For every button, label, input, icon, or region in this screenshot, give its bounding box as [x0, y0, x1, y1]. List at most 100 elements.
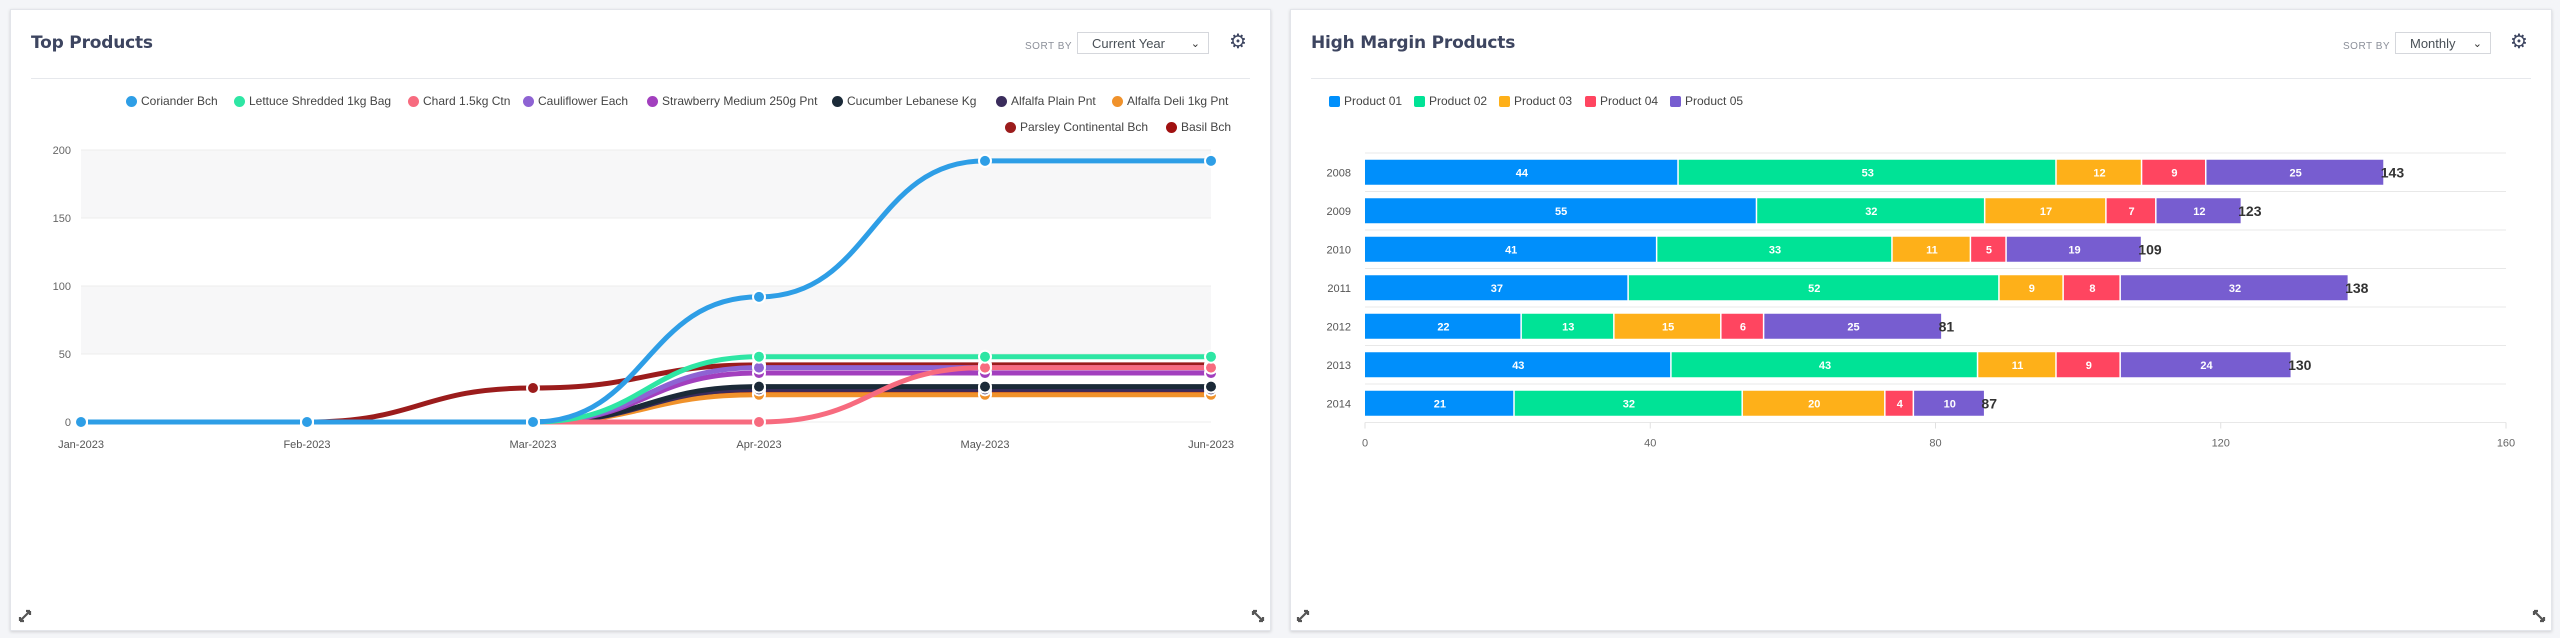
legend-item[interactable]: Coriander Bch: [126, 94, 218, 108]
bar-chart: 0 40 80 120 160 2008 44 53 12 9 25 143 2009 55 32 17 7 12…: [1327, 152, 2515, 450]
y-tick-label: 200: [53, 145, 71, 157]
bar-total-label: 143: [2381, 164, 2405, 180]
bar-value-label: 20: [1808, 398, 1820, 410]
grid-band: [81, 286, 1211, 354]
data-point[interactable]: [978, 153, 992, 168]
y-category-label: 2008: [1327, 167, 1351, 179]
x-tick-label: Feb-2023: [283, 439, 330, 451]
bar-value-label: 21: [1434, 398, 1446, 410]
data-point[interactable]: [752, 415, 766, 429]
bar-value-label: 12: [2193, 206, 2205, 218]
bar-total-label: 130: [2288, 357, 2312, 373]
expand-icon[interactable]: [17, 608, 33, 624]
bar-value-label: 24: [2200, 360, 2213, 372]
legend-item[interactable]: Product 01: [1329, 94, 1402, 108]
legend-label: Product 04: [1600, 94, 1659, 108]
data-point[interactable]: [978, 379, 992, 394]
expand-icon[interactable]: [1295, 608, 1311, 624]
legend-label: Alfalfa Deli 1kg Pnt: [1127, 94, 1229, 108]
bar-value-label: 52: [1808, 283, 1820, 295]
x-tick-label: 160: [2497, 438, 2515, 450]
data-point[interactable]: [978, 349, 992, 364]
legend-label: Cauliflower Each: [538, 94, 629, 108]
data-point[interactable]: [752, 289, 766, 304]
legend-item[interactable]: Alfalfa Plain Pnt: [996, 94, 1096, 108]
y-category-label: 2010: [1327, 244, 1351, 256]
bar-value-label: 5: [1986, 244, 1992, 256]
bar-total-label: 81: [1939, 318, 1955, 334]
y-category-label: 2011: [1327, 283, 1351, 295]
legend-label: Strawberry Medium 250g Pnt: [662, 94, 818, 108]
legend-marker: [1414, 95, 1425, 107]
legend-marker: [832, 95, 843, 107]
bar-total-label: 87: [1981, 395, 1997, 411]
bar-value-label: 32: [2229, 283, 2241, 295]
legend-marker: [126, 95, 137, 107]
legend-item[interactable]: Alfalfa Deli 1kg Pnt: [1112, 94, 1228, 108]
legend-label: Alfalfa Plain Pnt: [1011, 94, 1096, 108]
bar-value-label: 9: [2029, 283, 2035, 295]
legend-marker: [1585, 95, 1596, 107]
legend-item[interactable]: Cauliflower Each: [523, 94, 628, 108]
legend-label: Cucumber Lebanese Kg: [847, 94, 977, 108]
bar-value-label: 43: [1819, 360, 1831, 372]
x-tick-label: 40: [1644, 438, 1656, 450]
legend-label: Product 03: [1514, 94, 1573, 108]
bar-value-label: 11: [1926, 244, 1938, 256]
legend-item[interactable]: Lettuce Shredded 1kg Bag: [234, 94, 391, 108]
legend-item[interactable]: Product 03: [1499, 94, 1572, 108]
data-point[interactable]: [752, 349, 766, 364]
x-tick-label: Jun-2023: [1188, 439, 1234, 451]
bar-value-label: 9: [2171, 167, 2177, 179]
legend-label: Coriander Bch: [141, 94, 218, 108]
legend-item[interactable]: Strawberry Medium 250g Pnt: [647, 94, 817, 108]
bar-value-label: 11: [2012, 360, 2024, 372]
line-chart-legend: Coriander Bch Lettuce Shredded 1kg Bag Cha…: [11, 10, 1270, 150]
legend-item[interactable]: Product 02: [1414, 94, 1487, 108]
resize-icon[interactable]: [1250, 608, 1266, 624]
legend-item[interactable]: Cucumber Lebanese Kg: [832, 94, 976, 108]
bar-value-label: 10: [1944, 398, 1956, 410]
bar-total-label: 109: [2138, 241, 2162, 257]
legend-marker: [1670, 95, 1681, 107]
y-category-label: 2012: [1327, 321, 1351, 333]
high-margin-products-panel: High Margin Products SORT BY Monthly ⌄ ⚙…: [1290, 9, 2552, 631]
legend-item[interactable]: Chard 1.5kg Ctn: [408, 94, 510, 108]
bar-value-label: 37: [1491, 283, 1503, 295]
data-point[interactable]: [300, 415, 314, 429]
data-point[interactable]: [1204, 153, 1218, 168]
data-point[interactable]: [526, 415, 540, 429]
x-tick-label: 80: [1929, 438, 1941, 450]
legend-marker: [523, 95, 534, 107]
y-tick-label: 100: [53, 281, 71, 293]
legend-item[interactable]: Product 04: [1585, 94, 1658, 108]
legend-marker: [1329, 95, 1340, 107]
bar-total-label: 138: [2345, 280, 2369, 296]
data-point[interactable]: [752, 379, 766, 394]
y-tick-label: 50: [59, 349, 71, 361]
y-category-label: 2009: [1327, 206, 1351, 218]
data-point[interactable]: [526, 381, 540, 395]
bar-value-label: 17: [2040, 206, 2052, 218]
bar-value-label: 19: [2068, 244, 2080, 256]
x-tick-label: May-2023: [961, 439, 1010, 451]
legend-marker: [1112, 95, 1123, 107]
y-category-label: 2014: [1327, 398, 1351, 410]
y-category-label: 2013: [1327, 360, 1351, 372]
data-point[interactable]: [1204, 379, 1218, 394]
x-tick-label: Jan-2023: [58, 439, 104, 451]
data-point[interactable]: [1204, 349, 1218, 364]
bar-value-label: 12: [2093, 167, 2105, 179]
legend-marker: [647, 95, 658, 107]
legend-marker: [1499, 95, 1510, 107]
legend-label: Lettuce Shredded 1kg Bag: [249, 94, 392, 108]
data-point[interactable]: [74, 415, 88, 429]
bar-value-label: 25: [1847, 321, 1859, 333]
bar-value-label: 8: [2089, 283, 2095, 295]
legend-item[interactable]: Product 05: [1670, 94, 1743, 108]
resize-icon[interactable]: [2531, 608, 2547, 624]
bar-value-label: 13: [1562, 321, 1574, 333]
bar-value-label: 7: [2129, 206, 2135, 218]
y-tick-label: 0: [65, 417, 71, 429]
bar-value-label: 32: [1865, 206, 1877, 218]
